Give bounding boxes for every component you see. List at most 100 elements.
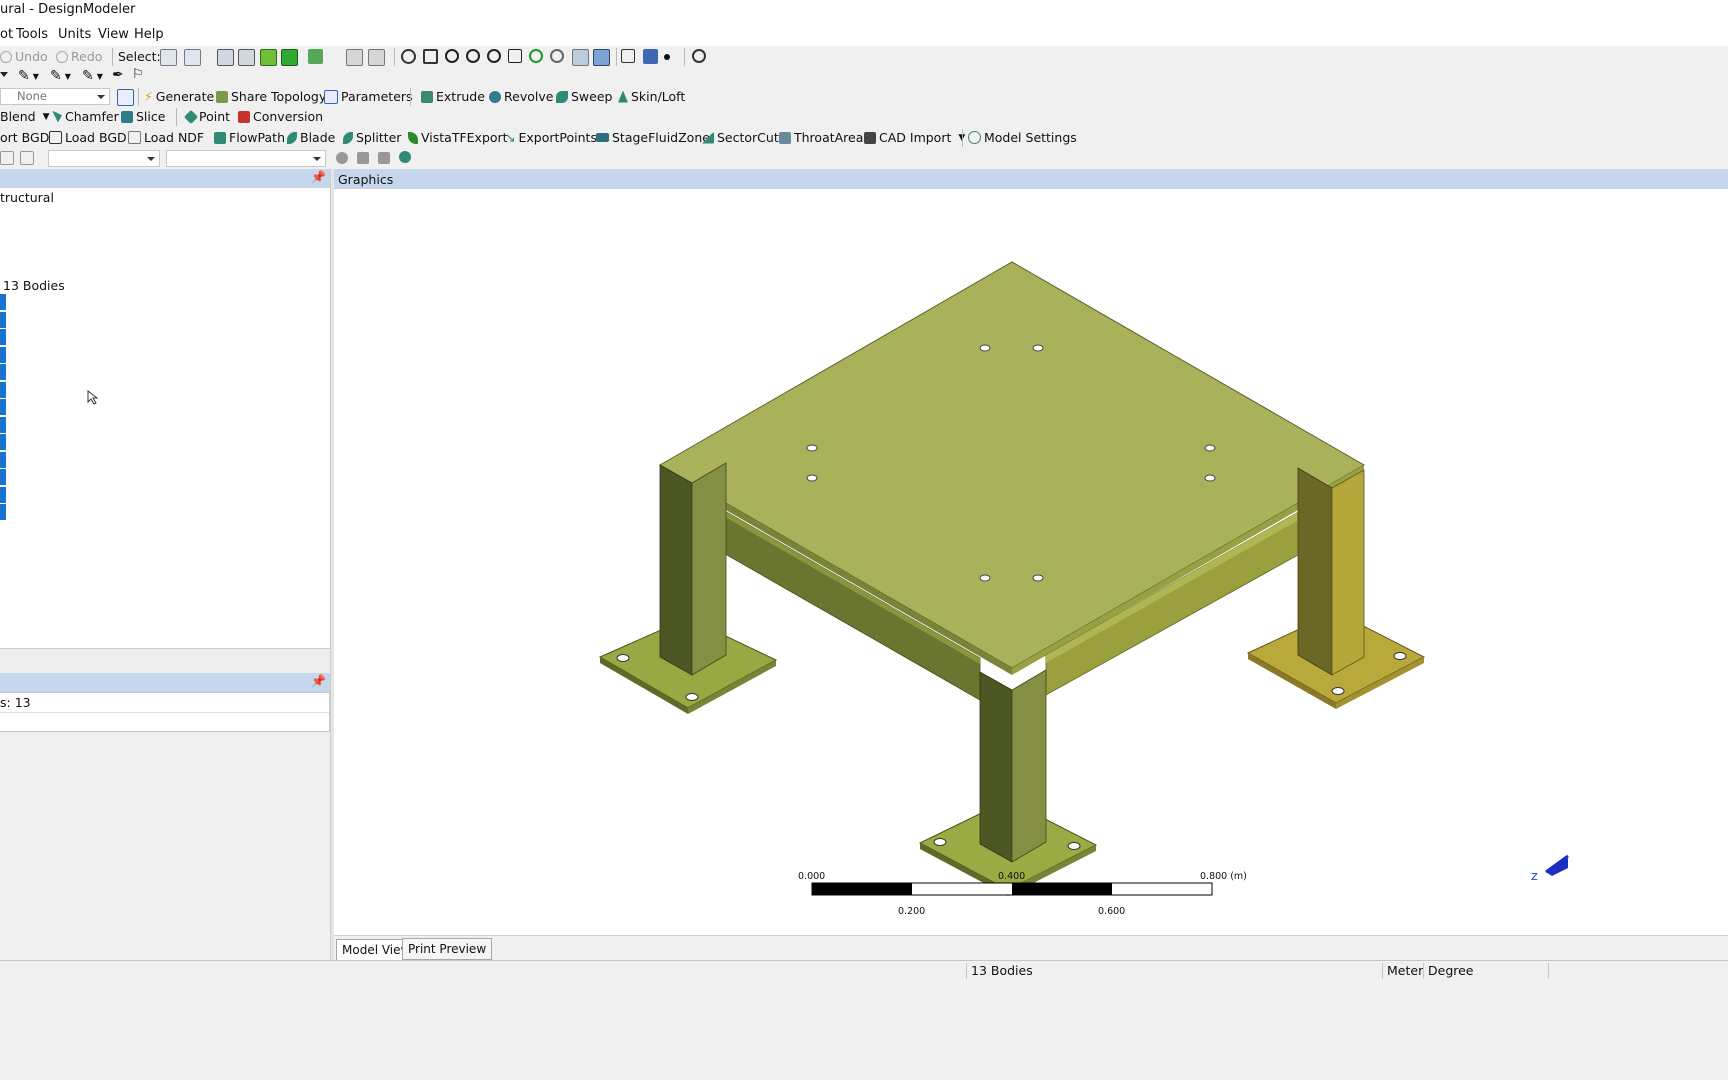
point-button[interactable]: Point	[183, 109, 230, 124]
menu-item-view[interactable]: View	[98, 27, 129, 42]
pan-icon[interactable]	[423, 49, 438, 64]
redo-button[interactable]: Redo	[56, 49, 102, 64]
tab-print-preview[interactable]: Print Preview	[402, 938, 493, 960]
revolve-icon	[489, 90, 501, 103]
flowpath-button[interactable]: FlowPath	[214, 130, 285, 145]
tree-root-item[interactable]: tructural	[0, 190, 54, 205]
sketch-tool-2-icon[interactable]	[357, 152, 369, 164]
pin-button[interactable]: ✒	[112, 67, 124, 83]
model-3d-view[interactable]	[334, 189, 1728, 935]
dimension-2-icon[interactable]	[20, 151, 34, 165]
cad-import-button[interactable]: CAD Import▼	[864, 130, 965, 145]
tree-body-item[interactable]	[0, 312, 6, 328]
export-points-button[interactable]: ↘ ExportPoints	[505, 130, 597, 145]
slice-button[interactable]: Slice	[121, 109, 165, 124]
zoom-selection-icon[interactable]	[529, 49, 543, 63]
zoom-box-icon[interactable]	[466, 49, 480, 63]
pin-icon[interactable]: 📌	[311, 170, 326, 184]
zoom-window-icon[interactable]	[508, 49, 522, 63]
blade-button[interactable]: Blade	[287, 130, 335, 145]
vista-tf-export-button[interactable]: VistaTFExport	[408, 130, 508, 145]
tree-body-item[interactable]	[0, 294, 6, 310]
share-topology-button[interactable]: Share Topology	[216, 89, 326, 104]
extrude-button[interactable]: Extrude	[421, 89, 485, 104]
display-point-icon[interactable]	[664, 54, 670, 60]
load-ndf-button[interactable]: Load NDF	[128, 130, 204, 145]
tree-body-item[interactable]	[0, 382, 6, 398]
blend-button[interactable]: Blend ▼	[0, 109, 50, 124]
rotate-icon[interactable]	[401, 49, 416, 64]
extend-selection-icon[interactable]	[308, 49, 323, 64]
feature-combo[interactable]	[166, 150, 326, 167]
sector-cut-button[interactable]: SectorCut	[702, 130, 779, 145]
tree-body-item[interactable]	[0, 417, 6, 433]
select-point-icon[interactable]	[217, 49, 234, 66]
plane-combo[interactable]: None	[0, 88, 110, 105]
export-bgd-button[interactable]: ort BGD	[0, 130, 49, 145]
display-model-icon[interactable]	[643, 49, 658, 64]
chamfer-button[interactable]: Chamfer	[52, 109, 119, 124]
toolbar-dimensions	[0, 148, 1728, 170]
load-bgd-button[interactable]: Load BGD	[49, 130, 127, 145]
tree-body-item[interactable]	[0, 434, 6, 450]
tree-body-item[interactable]	[0, 399, 6, 415]
tree-body-item[interactable]	[0, 504, 6, 520]
sketch-2-button[interactable]: ✎ ▼	[50, 68, 71, 84]
tree-body-item[interactable]	[0, 452, 6, 468]
generate-button[interactable]: ⚡ Generate	[144, 89, 214, 104]
scale-bar	[811, 882, 1213, 896]
menu-item-ot[interactable]: ot	[0, 27, 13, 42]
select-body-icon[interactable]	[281, 49, 298, 66]
select-face-icon[interactable]	[260, 49, 277, 66]
conversion-button[interactable]: Conversion	[238, 109, 323, 124]
sketch-tool-3-icon[interactable]	[378, 152, 390, 164]
tree-bodies-item[interactable]: 13 Bodies	[3, 278, 65, 293]
zoom-fit-icon[interactable]	[487, 49, 501, 63]
sweep-button[interactable]: Sweep	[556, 89, 612, 104]
gear-icon	[968, 131, 981, 144]
skin-loft-button[interactable]: Skin/Loft	[618, 89, 685, 104]
select-edge-icon[interactable]	[238, 49, 255, 66]
tree-body-item[interactable]	[0, 364, 6, 380]
undo-button[interactable]: Undo	[0, 49, 48, 64]
box-select-2-icon[interactable]	[368, 49, 385, 66]
menu-item-help[interactable]: Help	[134, 27, 164, 42]
sector-cut-label: SectorCut	[717, 130, 779, 145]
select-filter-icon[interactable]	[184, 49, 201, 66]
tree-body-item[interactable]	[0, 329, 6, 345]
sketch-tool-4-icon[interactable]	[399, 151, 411, 163]
axis-triad-icon[interactable]	[621, 49, 635, 63]
tree-body-item[interactable]	[0, 469, 6, 485]
iso-view-icon[interactable]	[572, 49, 589, 66]
dropdown-icon[interactable]	[0, 72, 8, 77]
revolve-button[interactable]: Revolve	[489, 89, 553, 104]
sketch-tool-icon[interactable]	[336, 152, 348, 164]
help-cursor-icon[interactable]	[692, 49, 706, 63]
tree-body-item[interactable]	[0, 347, 6, 363]
menu-item-units[interactable]: Units	[58, 27, 91, 42]
flag-button[interactable]: ⚐	[132, 67, 144, 82]
stage-fluid-zone-button[interactable]: StageFluidZone	[596, 130, 710, 145]
dimension-icon[interactable]	[0, 151, 14, 165]
zoom-previous-icon[interactable]	[550, 49, 564, 63]
new-plane-icon[interactable]	[117, 89, 134, 106]
model-settings-label: Model Settings	[984, 130, 1077, 145]
zoom-icon[interactable]	[445, 49, 459, 63]
sector-cut-icon	[702, 131, 714, 144]
tree-body-item[interactable]	[0, 487, 6, 503]
pin-icon[interactable]: 📌	[311, 674, 326, 688]
menu-item-tools[interactable]: Tools	[16, 27, 48, 42]
splitter-button[interactable]: Splitter	[343, 130, 401, 145]
new-sketch-button[interactable]: ✎ ▼	[18, 68, 39, 84]
export-points-label: ExportPoints	[518, 130, 597, 145]
throat-area-button[interactable]: ThroatArea	[779, 130, 863, 145]
look-at-icon[interactable]	[593, 49, 610, 66]
model-settings-button[interactable]: Model Settings	[968, 130, 1077, 145]
sketch-combo[interactable]	[48, 150, 160, 167]
parameters-button[interactable]: Parameters	[324, 89, 413, 104]
sketch-3-button[interactable]: ✎ ▼	[82, 68, 103, 84]
box-select-icon[interactable]	[346, 49, 363, 66]
chevron-down-icon	[313, 157, 321, 161]
select-mode-icon[interactable]	[160, 49, 177, 66]
graphics-title: Graphics	[338, 172, 394, 187]
